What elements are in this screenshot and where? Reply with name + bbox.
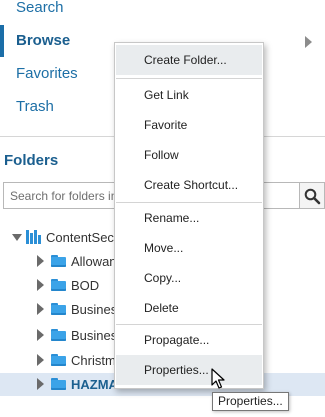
folder-icon: [51, 378, 66, 390]
mouse-pointer-icon: [211, 368, 225, 389]
expand-icon[interactable]: [37, 329, 44, 341]
tooltip: Properties...: [212, 392, 289, 411]
menu-item-rename[interactable]: Rename...: [116, 203, 262, 233]
folder-icon: [51, 354, 66, 366]
search-icon: [304, 188, 321, 205]
expand-icon[interactable]: [37, 378, 44, 390]
menu-item-favorite[interactable]: Favorite: [116, 110, 262, 140]
menu-item-copy[interactable]: Copy...: [116, 263, 262, 293]
expand-icon[interactable]: [37, 354, 44, 366]
menu-item-propagate[interactable]: Propagate...: [116, 325, 262, 355]
menu-item-move[interactable]: Move...: [116, 233, 262, 263]
menu-item-properties[interactable]: Properties...: [116, 355, 262, 385]
menu-item-get-link[interactable]: Get Link: [116, 80, 262, 110]
folder-icon: [51, 255, 66, 267]
collapse-icon[interactable]: [12, 234, 22, 241]
search-button[interactable]: [300, 182, 325, 209]
nav-item-search[interactable]: Search: [0, 0, 325, 24]
menu-item-follow[interactable]: Follow: [116, 140, 262, 170]
folder-icon: [51, 279, 66, 291]
menu-item-delete[interactable]: Delete: [116, 293, 262, 323]
folder-icon: [51, 303, 66, 315]
menu-item-create-folder[interactable]: Create Folder...: [116, 45, 262, 75]
menu-separator: [116, 78, 262, 79]
folders-title: Folders: [4, 152, 59, 169]
library-icon: [26, 230, 41, 244]
menu-item-create-shortcut[interactable]: Create Shortcut...: [116, 170, 262, 200]
tree-item-label: BOD: [71, 278, 100, 293]
context-menu: Create Folder... Get Link Favorite Follo…: [114, 42, 264, 389]
expand-icon[interactable]: [37, 279, 44, 291]
chevron-right-icon[interactable]: [305, 36, 312, 48]
expand-icon[interactable]: [37, 255, 44, 267]
folder-icon: [51, 329, 66, 341]
expand-icon[interactable]: [37, 303, 44, 315]
